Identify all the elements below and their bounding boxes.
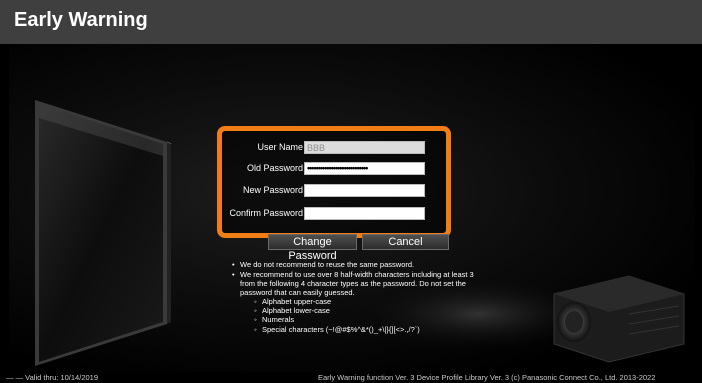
character-type-item: ◦ Numerals: [254, 315, 532, 324]
window-title: Early Warning: [14, 9, 148, 31]
new-password-field[interactable]: [304, 184, 425, 197]
app-window: Early Warning User Name BBB Old Password…: [0, 0, 702, 383]
version-info-text: Early Warning function Ver. 3 Device Pro…: [318, 373, 656, 382]
character-type-label: Numerals: [262, 315, 295, 324]
bullet-icon: •: [232, 270, 235, 279]
user-name-row: User Name: [222, 141, 446, 154]
note-item: • We recommend to use over 8 half-width …: [232, 270, 540, 279]
sub-bullet-icon: ◦: [254, 325, 257, 334]
note-item: • We do not recommend to reuse the same …: [232, 260, 540, 269]
user-name-label: User Name: [257, 142, 303, 152]
cancel-button[interactable]: Cancel: [362, 234, 449, 250]
new-password-row: New Password: [222, 184, 446, 197]
projector-image: [553, 275, 685, 363]
display-panel-image: [35, 100, 172, 366]
note-reuse: We do not recommend to reuse the same pa…: [240, 260, 415, 269]
old-password-field[interactable]: ••••••••••••••••••••••••••••: [304, 162, 425, 175]
change-password-button[interactable]: Change Password: [268, 234, 357, 262]
sub-bullet-icon: ◦: [254, 297, 257, 306]
note-recommend-line2: from the following 4 character types as …: [240, 279, 466, 288]
user-name-field: [304, 141, 425, 154]
old-password-row: Old Password •••••••••••••••••••••••••••…: [222, 162, 446, 175]
footer-bar: — — Valid thru: 10/14/2019 Early Warning…: [0, 373, 702, 383]
note-recommend-line3: password that can easily guessed.: [240, 288, 355, 297]
new-password-label: New Password: [242, 185, 303, 195]
sub-bullet-icon: ◦: [254, 315, 257, 324]
character-type-item: ◦ Alphabet upper-case: [254, 297, 532, 306]
confirm-password-row: Confirm Password: [222, 207, 446, 220]
title-bar: Early Warning: [0, 0, 702, 44]
note-line: from the following 4 character types as …: [240, 279, 540, 288]
character-type-item: ◦ Special characters (~!@#$%^&*()_+\|}{]…: [254, 325, 532, 334]
confirm-password-label: Confirm Password: [229, 208, 303, 218]
character-type-label: Alphabet upper-case: [262, 297, 332, 306]
note-recommend-line1: We recommend to use over 8 half-width ch…: [240, 270, 474, 279]
character-type-item: ◦ Alphabet lower-case: [254, 306, 532, 315]
change-password-form: User Name Old Password •••••••••••••••••…: [217, 126, 451, 238]
sub-bullet-icon: ◦: [254, 306, 257, 315]
note-line: password that can easily guessed.: [240, 288, 540, 297]
old-password-label: Old Password: [246, 163, 303, 173]
bullet-icon: •: [232, 260, 235, 269]
character-type-label: Alphabet lower-case: [262, 306, 330, 315]
character-type-label: Special characters (~!@#$%^&*()_+\|}{][<…: [262, 325, 420, 334]
confirm-password-field[interactable]: [304, 207, 425, 220]
valid-thru-text: — — Valid thru: 10/14/2019: [6, 373, 98, 382]
